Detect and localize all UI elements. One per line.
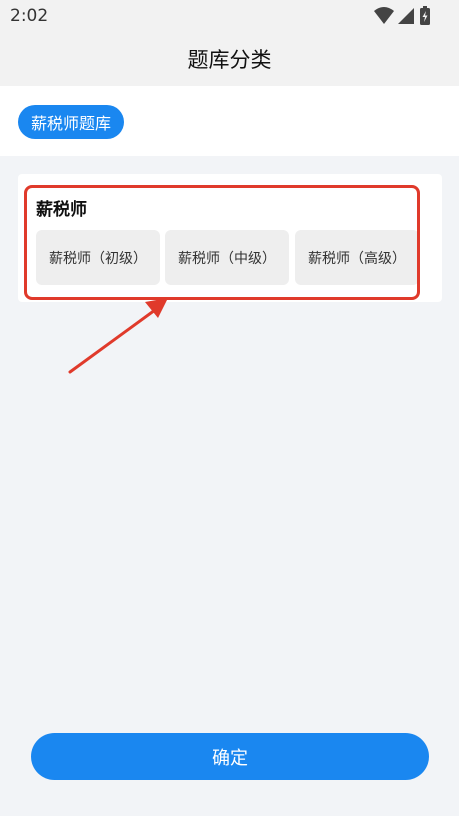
category-title: 薪税师 [36,200,87,220]
tab-xinshuishi-bank[interactable]: 薪税师题库 [18,105,124,139]
option-label: 薪税师（初级） [49,250,147,267]
battery-icon [420,6,430,25]
header: 题库分类 [0,32,459,86]
status-icons [373,6,443,26]
option-chip-intermediate[interactable]: 薪税师（中级） [165,230,289,285]
page-title: 题库分类 [187,48,272,72]
option-label: 薪税师（中级） [178,250,276,267]
status-time: 2:02 [10,6,49,26]
category-card: 薪税师 薪税师（初级） 薪税师（中级） 薪税师（高级） [18,174,442,302]
confirm-button[interactable]: 确定 [31,733,429,780]
wifi-icon [374,7,394,24]
tab-strip: 薪税师题库 [0,86,459,156]
option-label: 薪税师（高级） [308,250,406,267]
option-row[interactable]: 薪税师（初级） 薪税师（中级） 薪税师（高级） [36,230,436,286]
option-chip-junior[interactable]: 薪税师（初级） [36,230,160,285]
tab-label: 薪税师题库 [30,114,111,133]
status-bar: 2:02 [0,0,459,32]
option-chip-senior[interactable]: 薪税师（高级） [295,230,419,285]
signal-icon [398,8,414,24]
